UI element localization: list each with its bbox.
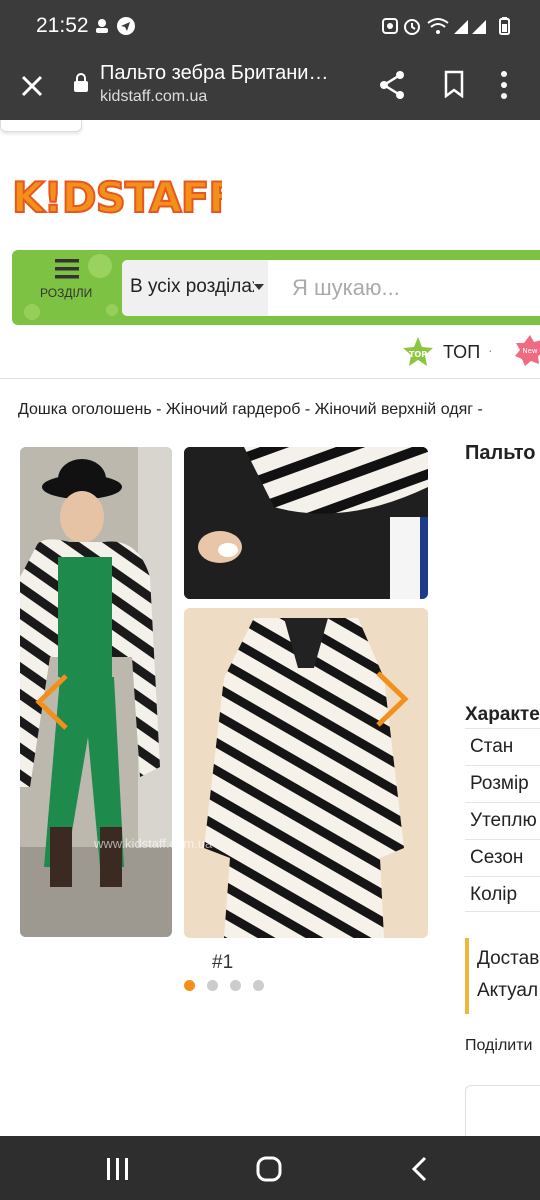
status-time: 21:52	[36, 14, 89, 37]
delivery-notice: Достав Актуал	[465, 938, 540, 1014]
signal-icon-2	[472, 20, 486, 34]
product-photo-coat[interactable]	[184, 608, 428, 938]
back-icon[interactable]	[410, 1156, 428, 1182]
top-badge-text: TOP	[409, 350, 427, 359]
delivery-line-1: Достав	[477, 948, 540, 969]
close-icon[interactable]	[20, 74, 44, 98]
status-bar: 21:52	[0, 0, 540, 52]
characteristics-title: Характе	[465, 704, 540, 725]
gallery-dot[interactable]	[207, 980, 218, 991]
site-header-bar: РОЗДІЛИ В усіх розділах Я шукаю...	[12, 250, 540, 325]
top-star-icon: TOP	[403, 337, 433, 366]
gallery-next-icon[interactable]	[374, 670, 410, 728]
more-options-icon[interactable]	[500, 70, 508, 100]
gallery-dot-active[interactable]	[184, 980, 195, 991]
characteristic-row: Стан	[465, 728, 540, 764]
share-icon[interactable]	[378, 70, 406, 100]
share-label[interactable]: Поділити	[465, 1037, 532, 1055]
gallery-counter: #1	[212, 952, 234, 973]
android-nav-bar	[0, 1136, 540, 1200]
characteristic-row: Утеплю	[465, 802, 540, 838]
recent-apps-icon[interactable]	[106, 1158, 130, 1180]
top-link[interactable]: TOP	[402, 336, 434, 373]
page-title: Пальто зебра Британи…	[100, 62, 329, 84]
photo-zebra-coat-hanging	[184, 608, 428, 938]
logo-text: K!DSTAFF	[12, 173, 222, 222]
bookmark-icon[interactable]	[444, 70, 464, 98]
hamburger-icon	[55, 259, 79, 279]
product-photo-main[interactable]	[20, 447, 172, 937]
search-scope-select[interactable]: В усіх розділах	[122, 260, 268, 316]
characteristic-row: Розмір	[465, 765, 540, 801]
messenger-icon	[117, 17, 135, 35]
home-icon[interactable]	[256, 1156, 282, 1182]
contact-card	[465, 1085, 540, 1136]
product-title: Пальто	[465, 442, 536, 464]
screenshot-icon	[382, 18, 398, 34]
divider	[0, 378, 540, 379]
battery-icon	[499, 17, 510, 35]
web-page: K!DSTAFF РОЗДІЛИ В усіх розділах Я шукаю…	[0, 120, 540, 1136]
menu-label: РОЗДІЛИ	[40, 286, 93, 300]
characteristic-row: Сезон	[465, 839, 540, 875]
site-logo[interactable]: K!DSTAFF	[10, 170, 238, 223]
top-tab-edge	[0, 120, 82, 132]
new-badge-icon[interactable]: New	[515, 334, 540, 366]
url-text[interactable]: kidstaff.com.ua	[100, 88, 207, 106]
menu-button[interactable]: РОЗДІЛИ	[40, 258, 100, 300]
search-input[interactable]: Я шукаю...	[268, 260, 540, 316]
browser-toolbar: Пальто зебра Британи… kidstaff.com.ua	[0, 52, 540, 120]
lock-icon	[74, 73, 88, 92]
gallery-dot[interactable]	[230, 980, 241, 991]
signal-icon-1	[454, 20, 468, 34]
new-badge-text: New	[522, 347, 538, 355]
breadcrumb[interactable]: Дошка оголошень - Жіночий гардероб - Жін…	[18, 401, 483, 419]
top-label[interactable]: ТОП	[443, 342, 480, 363]
gallery-prev-icon[interactable]	[34, 673, 70, 731]
dropdown-arrow-icon	[254, 284, 264, 290]
delivery-line-2: Актуал	[477, 980, 539, 1001]
gallery-dot[interactable]	[253, 980, 264, 991]
separator-dot: ·	[488, 342, 493, 358]
product-photo-collar[interactable]	[184, 447, 428, 599]
search-scope-value: В усіх розділах	[130, 276, 254, 297]
kidstaff-logo: K!DSTAFF	[11, 172, 238, 223]
characteristic-row: Колір	[465, 876, 540, 912]
search-placeholder: Я шукаю...	[292, 275, 400, 300]
photo-coat-collar-label	[184, 447, 428, 599]
alarm-icon	[404, 19, 420, 35]
wifi-icon	[427, 18, 449, 34]
notification-icon	[96, 19, 108, 33]
photo-watermark: www.kidstaff.com.ua	[94, 836, 213, 851]
